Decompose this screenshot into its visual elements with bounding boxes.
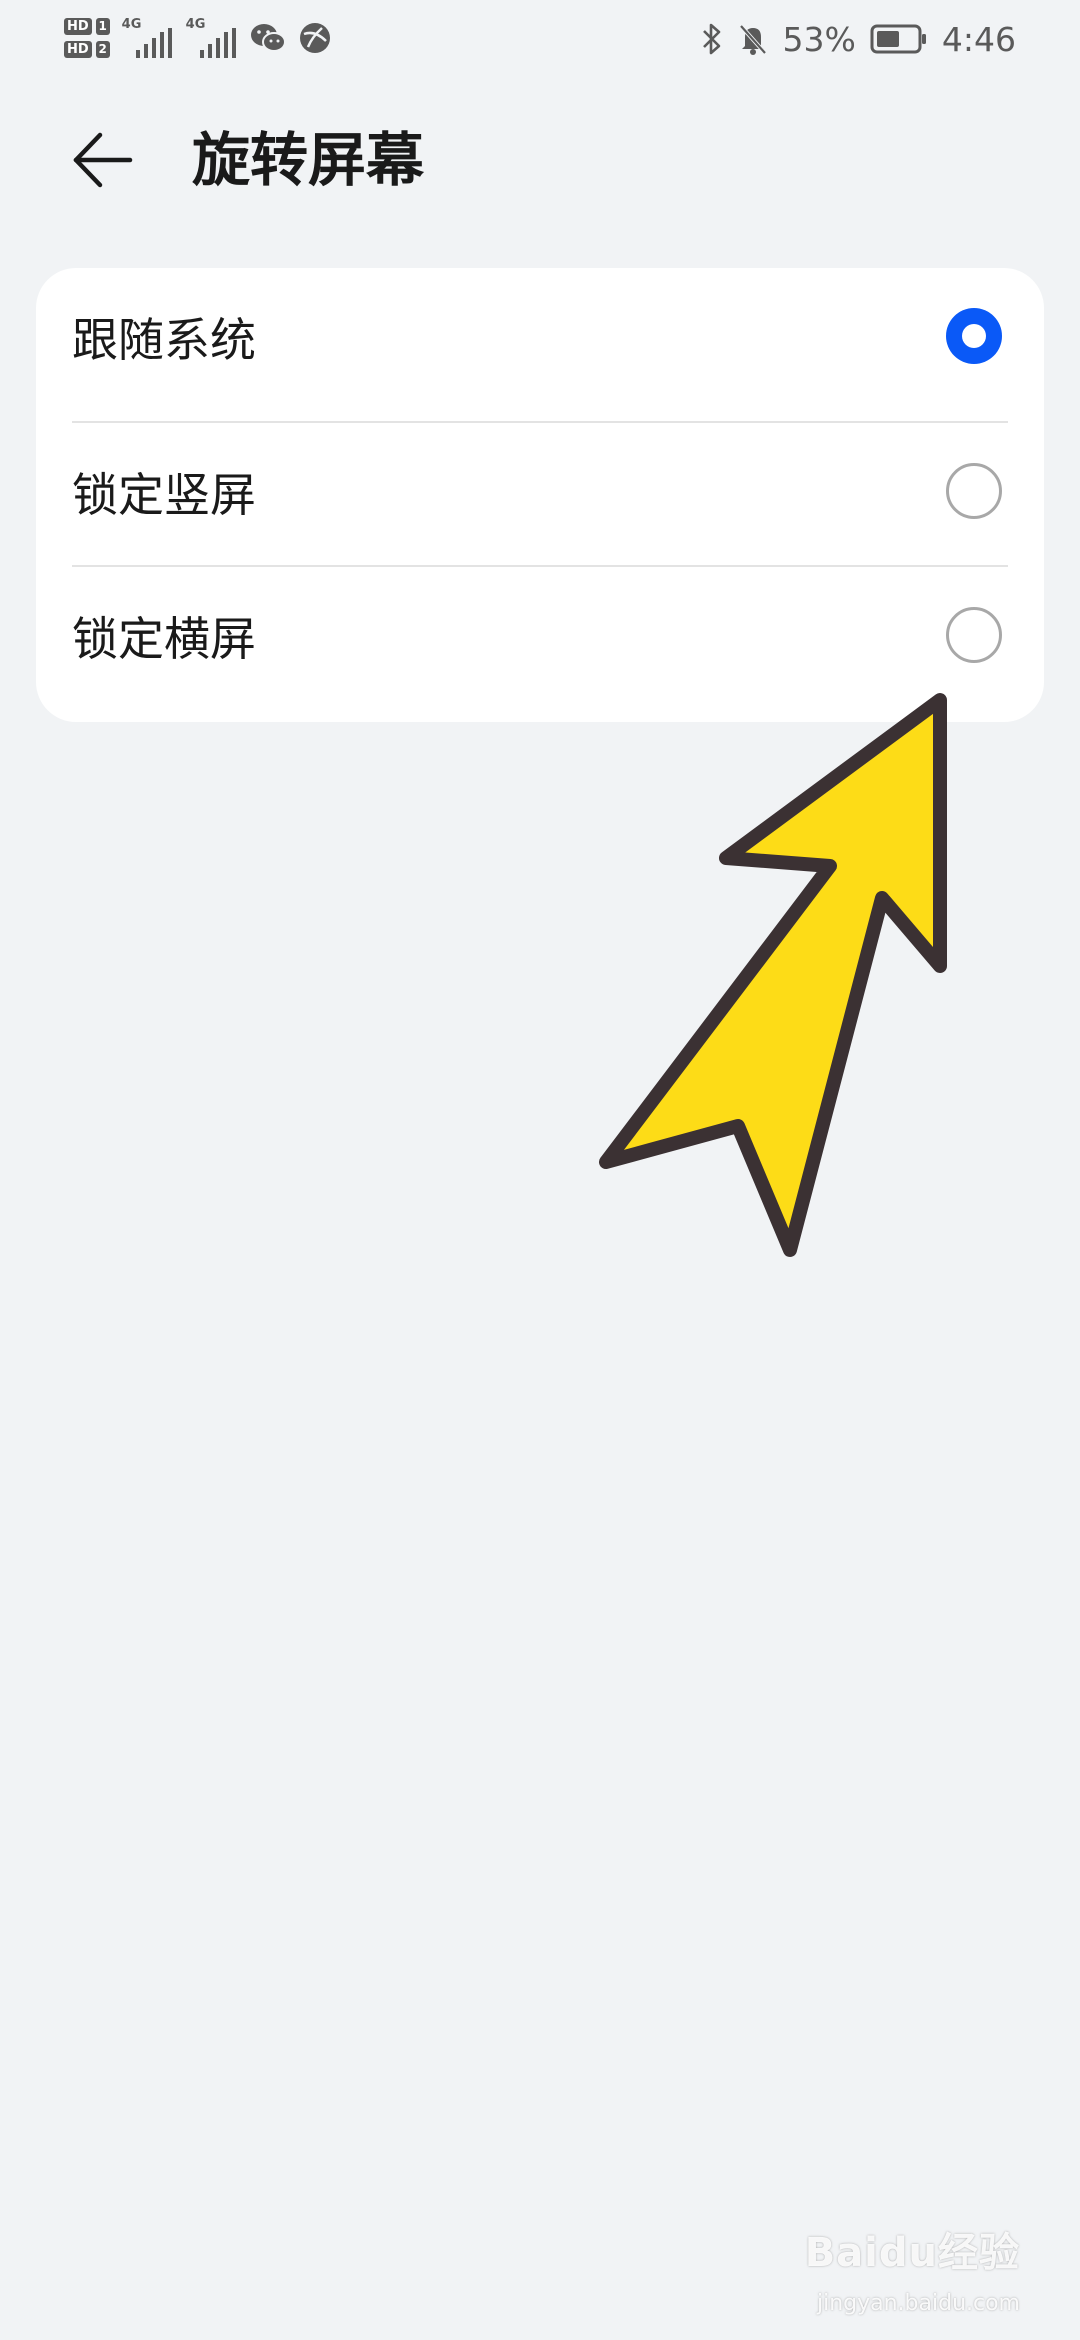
sim-number: 1: [95, 18, 110, 35]
sim-number: 2: [95, 41, 110, 58]
hd-badge: HD: [64, 41, 92, 58]
signal-icon: 4G: [186, 18, 238, 58]
option-label: 锁定竖屏: [72, 468, 256, 522]
radio-button[interactable]: [946, 607, 1002, 663]
arrow-left-icon: [73, 132, 133, 188]
sim2-indicator: HD 2: [64, 41, 110, 58]
watermark-logo: Baidu经验: [804, 2230, 1020, 2276]
hd-badge: HD: [64, 18, 92, 35]
status-bar-right: 53% 4:46: [701, 14, 1016, 64]
option-lock-landscape[interactable]: 锁定横屏: [36, 567, 1044, 711]
sim1-indicator: HD 1: [64, 18, 110, 35]
radio-button-selected[interactable]: [946, 308, 1002, 364]
sim-indicators: HD 1 HD 2: [64, 18, 110, 58]
battery-icon: [870, 24, 926, 54]
option-lock-portrait[interactable]: 锁定竖屏: [36, 423, 1044, 567]
bell-off-icon: [739, 24, 767, 55]
status-bar: HD 1 HD 2 4G 4G 53% 4:46: [0, 0, 1080, 80]
status-bar-left: HD 1 HD 2 4G 4G: [64, 8, 332, 68]
watermark-url: jingyan.baidu.com: [816, 2291, 1020, 2316]
clock: 4:46: [941, 19, 1016, 59]
option-label: 锁定横屏: [72, 612, 256, 666]
page-title: 旋转屏幕: [192, 126, 425, 194]
option-label: 跟随系统: [72, 313, 256, 367]
option-follow-system[interactable]: 跟随系统: [36, 268, 1044, 412]
battery-percent: 53%: [782, 19, 856, 59]
wechat-icon: [250, 24, 286, 52]
browser-icon: [299, 23, 330, 53]
radio-button[interactable]: [946, 463, 1002, 519]
header: 旋转屏幕: [0, 110, 1080, 210]
rotation-options-card: 跟随系统 锁定竖屏 锁定横屏: [36, 268, 1044, 722]
arrow-pointer-icon: [599, 693, 947, 1257]
bluetooth-icon: [702, 23, 720, 55]
baidu-watermark: Baidu经验 jingyan.baidu.com: [780, 2220, 1020, 2320]
signal-icon: 4G: [122, 18, 174, 58]
back-button[interactable]: [60, 124, 144, 196]
